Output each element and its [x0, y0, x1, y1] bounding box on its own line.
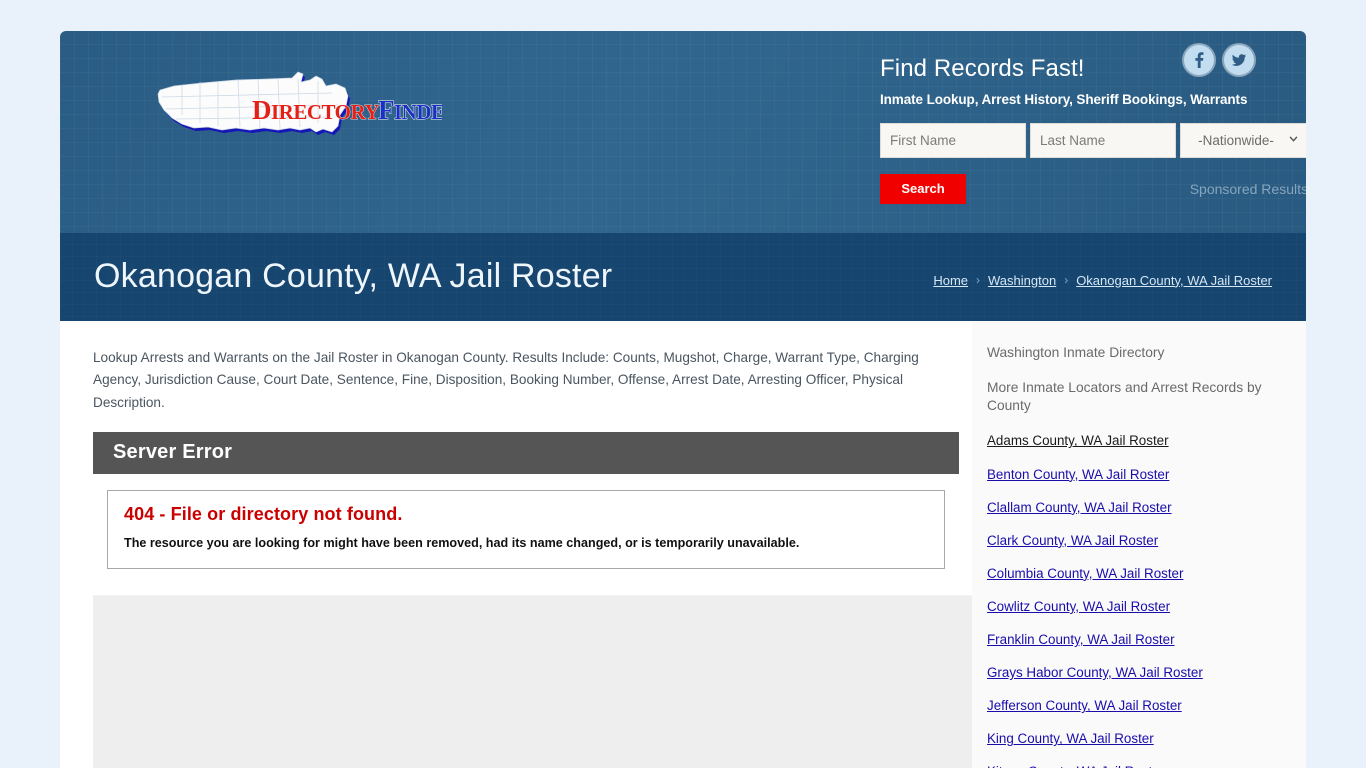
sidebar-county-link[interactable]: Grays Habor County, WA Jail Roster — [987, 664, 1257, 682]
site-logo[interactable]: DIRECTORY FINDER — [142, 69, 442, 155]
state-select[interactable]: -Nationwide- — [1180, 122, 1306, 158]
sidebar-county-link[interactable]: Franklin County, WA Jail Roster — [987, 631, 1257, 649]
last-name-input[interactable] — [1030, 122, 1176, 158]
header-subtitle: Inmate Lookup, Arrest History, Sheriff B… — [880, 91, 1248, 107]
intro-paragraph: Lookup Arrests and Warrants on the Jail … — [93, 350, 919, 410]
first-name-input[interactable] — [880, 122, 1026, 158]
sidebar-county-link[interactable]: Adams County, WA Jail Roster — [987, 432, 1182, 450]
twitter-icon[interactable] — [1224, 45, 1254, 75]
page-title-bar: Okanogan County, WA Jail Roster Home › W… — [60, 233, 1306, 321]
breadcrumb-item-current[interactable]: Okanogan County, WA Jail Roster — [1076, 273, 1272, 288]
search-form: -Nationwide- — [880, 122, 1306, 158]
breadcrumb-separator: › — [976, 273, 981, 287]
breadcrumb-item-washington[interactable]: Washington — [988, 273, 1056, 288]
sidebar-heading: Washington Inmate Directory — [987, 345, 1165, 360]
sidebar-link-list: Adams County, WA Jail Roster Benton Count… — [987, 432, 1288, 768]
main-content: Lookup Arrests and Warrants on the Jail … — [60, 321, 993, 768]
sponsored-results-label: Sponsored Results — [1189, 180, 1306, 197]
server-error-title: Server Error — [93, 432, 959, 475]
embedded-content-area — [93, 594, 993, 768]
site-header: DIRECTORY FINDER Find Records Fast! Inma… — [60, 31, 1306, 233]
sidebar-county-link[interactable]: Benton County, WA Jail Roster — [987, 466, 1257, 484]
server-error-panel: Server Error 404 - File or directory not… — [93, 432, 959, 587]
sidebar-county-link[interactable]: Kitsap County, WA Jail Roster — [987, 763, 1257, 768]
header-search-panel: Find Records Fast! Inmate Lookup, Arrest… — [880, 55, 1306, 204]
error-message-box: 404 - File or directory not found. The r… — [107, 490, 945, 569]
page-root: DIRECTORY FINDER Find Records Fast! Inma… — [0, 0, 1366, 768]
sidebar-subheading: More Inmate Locators and Arrest Records … — [987, 379, 1262, 413]
social-links — [1184, 45, 1254, 75]
sidebar-county-link[interactable]: Jefferson County, WA Jail Roster — [987, 697, 1257, 715]
page-title: Okanogan County, WA Jail Roster — [94, 257, 613, 295]
logo-word-directory: DIRECTORY — [252, 95, 379, 125]
sidebar: Washington Inmate Directory More Inmate … — [972, 321, 1306, 768]
logo-word-finder: FINDER — [378, 95, 442, 125]
search-button[interactable]: Search — [880, 173, 966, 204]
sidebar-county-link[interactable]: Clark County, WA Jail Roster — [987, 532, 1257, 550]
site-container: DIRECTORY FINDER Find Records Fast! Inma… — [60, 31, 1306, 768]
sidebar-county-link[interactable]: Cowlitz County, WA Jail Roster — [987, 598, 1257, 616]
sidebar-county-link[interactable]: Clallam County, WA Jail Roster — [987, 499, 1257, 517]
sidebar-county-link[interactable]: King County, WA Jail Roster — [987, 730, 1257, 748]
sidebar-county-link[interactable]: Columbia County, WA Jail Roster — [987, 565, 1257, 583]
state-select-wrap: -Nationwide- — [1180, 122, 1306, 158]
error-code-line: 404 - File or directory not found. — [124, 504, 403, 525]
server-error-body: 404 - File or directory not found. The r… — [93, 474, 959, 587]
breadcrumb-item-home[interactable]: Home — [933, 273, 968, 288]
error-description: The resource you are looking for might h… — [124, 536, 800, 551]
search-action-row: Search Sponsored Results — [880, 173, 1306, 204]
page-body: Lookup Arrests and Warrants on the Jail … — [60, 321, 1306, 768]
breadcrumb-separator: › — [1064, 273, 1069, 287]
breadcrumb: Home › Washington › Okanogan County, WA … — [933, 267, 1272, 288]
facebook-icon[interactable] — [1184, 45, 1214, 75]
